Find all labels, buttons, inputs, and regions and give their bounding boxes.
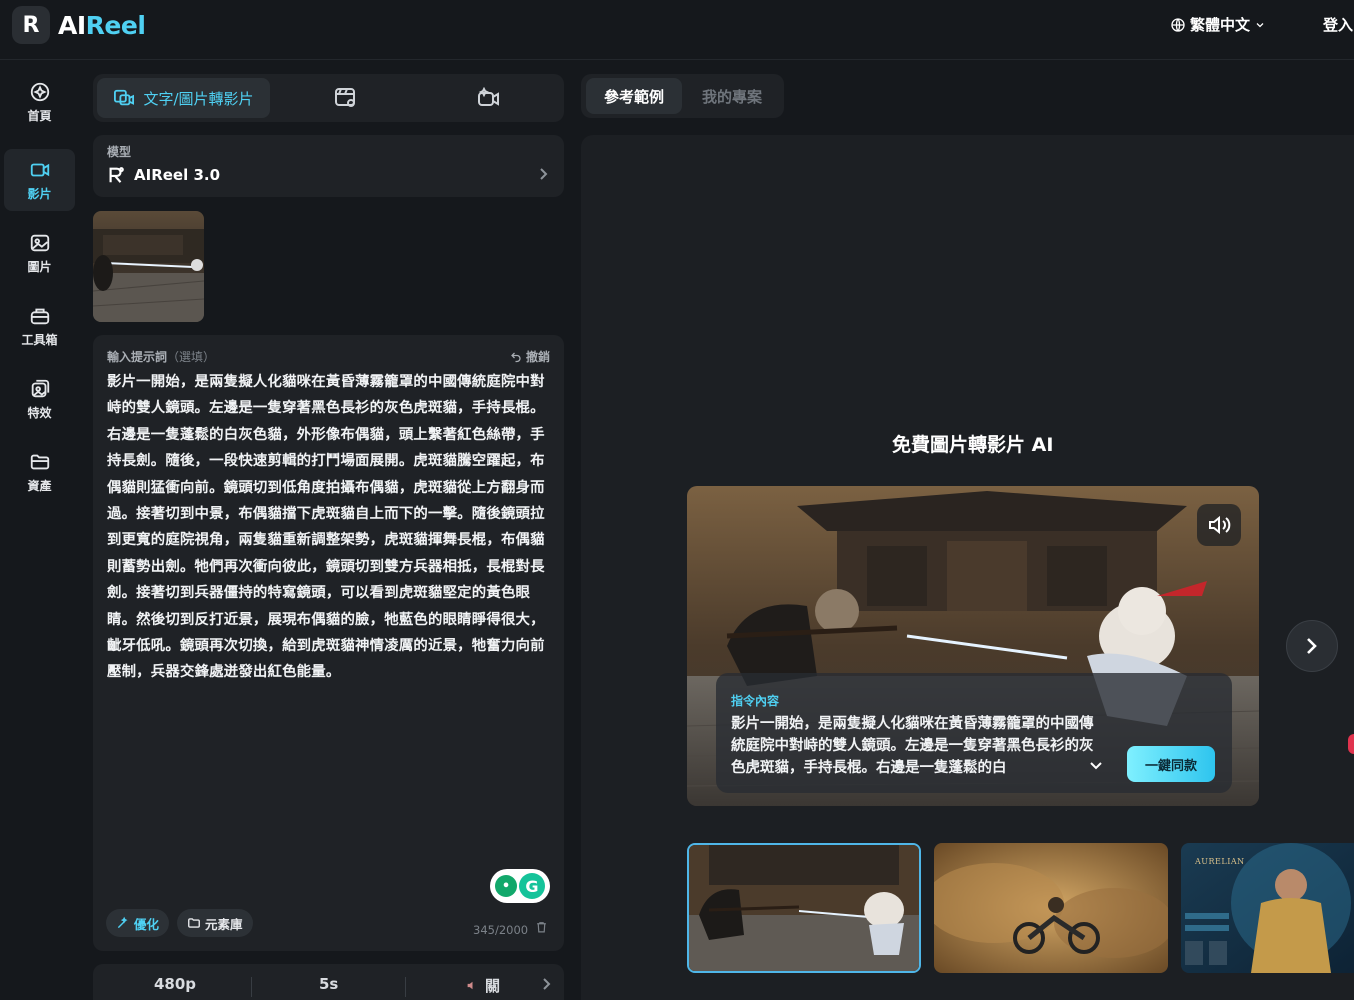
sidebar-item-label: 工具箱 — [21, 332, 58, 347]
resolution-selector[interactable]: 480p — [154, 975, 196, 993]
trash-icon — [537, 922, 546, 933]
model-value: AIReel 3.0 — [107, 166, 220, 184]
thumbnail-caption: AURELIAN — [1195, 857, 1245, 866]
prompt-textarea[interactable]: 影片一開始，是兩隻擬人化貓咪在黃昏薄霧籠罩的中國傳統庭院中對峙的雙人鏡頭。左邊是… — [107, 369, 545, 686]
duration-selector[interactable]: 5s — [319, 975, 338, 993]
chevron-right-icon — [1307, 638, 1317, 654]
lightbulb-icon[interactable]: • — [495, 875, 517, 897]
video-mention-icon — [334, 88, 355, 107]
tab-my-projects[interactable]: 我的專案 — [685, 78, 779, 114]
example-thumbnail-cats[interactable] — [687, 843, 921, 973]
image-icon — [30, 234, 49, 251]
optimize-button[interactable]: 優化 — [106, 909, 170, 937]
chevron-right-icon[interactable] — [541, 977, 551, 995]
effects-icon — [31, 379, 49, 397]
sidebar: 首頁 影片 圖片 工具箱 特效 資產 — [0, 61, 80, 1000]
model-selector[interactable]: 模型 AIReel 3.0 — [93, 135, 564, 197]
logo-mark-icon: R — [12, 6, 50, 44]
uploaded-image-thumbnail[interactable] — [93, 211, 204, 322]
chevron-down-icon — [1256, 22, 1264, 27]
expand-chevron-icon[interactable] — [1090, 760, 1102, 775]
aireel-logo-icon — [109, 167, 124, 183]
overlay-label: 指令內容 — [731, 694, 780, 708]
tab-video-effects[interactable] — [423, 78, 555, 118]
sound-button[interactable] — [1197, 504, 1241, 546]
sidebar-item-label: 首頁 — [27, 108, 52, 123]
top-bar: R AIReel 繁體中文 登入 — [0, 0, 1354, 60]
undo-icon — [511, 352, 521, 362]
example-thumbnail-game-hero[interactable]: AURELIAN — [1181, 843, 1354, 973]
video-sparkle-icon — [478, 87, 499, 106]
image-to-video-icon — [114, 89, 135, 106]
globe-icon — [1171, 17, 1185, 32]
logo-text: AIReel — [58, 10, 146, 40]
login-button[interactable]: 登入 — [1323, 14, 1353, 35]
sound-toggle[interactable]: 關 — [466, 975, 500, 996]
app-logo[interactable]: R AIReel — [12, 6, 146, 44]
element-library-button[interactable]: 元素庫 — [177, 909, 253, 937]
sidebar-item-label: 資產 — [27, 478, 52, 493]
magic-wand-icon — [117, 916, 128, 929]
overlay-text: 影片一開始，是兩隻擬人化貓咪在黃昏薄霧籠罩的中國傳統庭院中對峙的雙人鏡頭。左邊是… — [731, 716, 1094, 776]
prompt-card: 輸入提示詞（選填） 撤銷 影片一開始，是兩隻擬人化貓咪在黃昏薄霧籠罩的中國傳統庭… — [93, 335, 564, 951]
use-same-button[interactable]: 一鍵同款 — [1127, 746, 1215, 782]
toolbox-icon — [30, 308, 49, 324]
language-selector[interactable]: 繁體中文 — [1170, 14, 1266, 35]
sidebar-item-home[interactable]: 首頁 — [4, 71, 75, 133]
sidebar-item-label: 特效 — [27, 405, 52, 420]
language-label: 繁體中文 — [1190, 16, 1251, 34]
example-thumbnail-motorcycle[interactable] — [934, 843, 1168, 973]
speaker-icon — [1209, 515, 1231, 535]
right-panel-tabs: 參考範例 我的專案 — [581, 74, 784, 118]
sidebar-item-image[interactable]: 圖片 — [4, 222, 75, 284]
grammarly-icon[interactable]: G — [519, 873, 545, 899]
mode-tabs: 文字/圖片轉影片 — [93, 74, 564, 122]
showcase-title: 免費圖片轉影片 AI — [892, 434, 1054, 456]
model-name: AIReel 3.0 — [134, 166, 221, 184]
folder-icon — [30, 454, 49, 469]
sidebar-item-video[interactable]: 影片 — [4, 149, 75, 211]
sidebar-item-label: 影片 — [27, 186, 52, 201]
generation-settings-bar: 480p 5s 關 — [93, 964, 564, 1000]
home-icon — [30, 82, 49, 101]
character-counter: 345/2000 — [473, 923, 529, 937]
model-label: 模型 — [107, 145, 132, 159]
clear-prompt-button[interactable] — [535, 920, 548, 938]
next-example-button[interactable] — [1286, 620, 1338, 672]
chevron-right-icon — [538, 168, 548, 184]
mute-icon — [467, 981, 473, 990]
prompt-overlay: 指令內容 影片一開始，是兩隻擬人化貓咪在黃昏薄霧籠罩的中國傳統庭院中對峙的雙人鏡… — [716, 673, 1232, 793]
tab-text-image-to-video[interactable]: 文字/圖片轉影片 — [97, 78, 270, 118]
tab-reference-video[interactable] — [283, 78, 408, 118]
side-notification-dot[interactable] — [1348, 734, 1354, 754]
sidebar-item-effects[interactable]: 特效 — [4, 368, 75, 430]
undo-button[interactable]: 撤銷 — [510, 348, 550, 365]
sidebar-item-assets[interactable]: 資產 — [4, 441, 75, 503]
divider — [405, 977, 406, 997]
tab-examples[interactable]: 參考範例 — [586, 78, 682, 114]
folder-icon — [188, 918, 200, 928]
tab-label: 文字/圖片轉影片 — [143, 89, 254, 108]
sidebar-item-label: 圖片 — [27, 259, 52, 274]
sidebar-item-toolbox[interactable]: 工具箱 — [4, 295, 75, 357]
video-icon — [30, 163, 49, 176]
grammar-assistant-widget[interactable]: • G — [490, 869, 550, 903]
showcase-video[interactable]: 指令內容 影片一開始，是兩隻擬人化貓咪在黃昏薄霧籠罩的中國傳統庭院中對峙的雙人鏡… — [687, 486, 1259, 806]
divider — [251, 977, 252, 997]
prompt-label: 輸入提示詞（選填） — [107, 350, 216, 364]
